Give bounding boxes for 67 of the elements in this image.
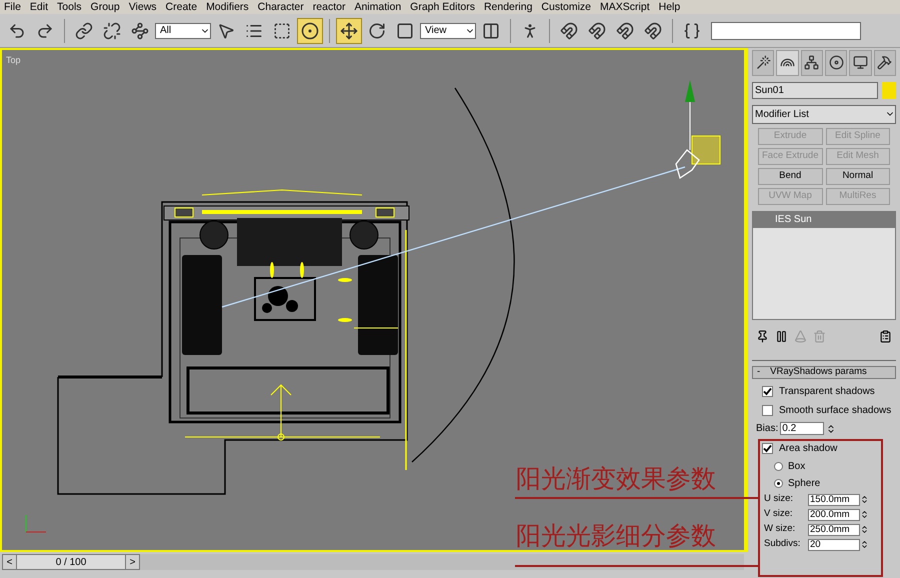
bias-field[interactable]: 0.2	[780, 422, 824, 436]
checkbox-label: Smooth surface shadows	[779, 404, 892, 418]
move-icon[interactable]	[336, 18, 362, 44]
annotation-text: 阳光光影细分参数	[516, 524, 716, 549]
create-wand-icon[interactable]	[752, 50, 774, 76]
size-field[interactable]: 250.0mm	[808, 524, 860, 536]
size-label: Subdivs:	[764, 537, 802, 552]
hierarchy-icon[interactable]	[800, 50, 823, 76]
coordinate-system-dropdown[interactable]: View	[420, 22, 476, 38]
display-monitor-icon[interactable]	[849, 50, 872, 76]
menu-item[interactable]: File	[4, 2, 21, 12]
rollout-title[interactable]: VRayShadows params	[770, 365, 867, 380]
menu-item[interactable]: Customize	[541, 2, 592, 12]
named-selection-field[interactable]	[711, 22, 861, 40]
object-color-swatch[interactable]	[882, 82, 896, 99]
menu-item[interactable]: reactor	[312, 2, 346, 12]
size-field[interactable]: 20	[808, 538, 860, 551]
selection-filter-dropdown[interactable]: All	[155, 22, 211, 38]
menu-item[interactable]: Create	[166, 2, 198, 12]
menu-item[interactable]: Views	[128, 2, 157, 12]
menu-item[interactable]: Tools	[57, 2, 82, 12]
timeline-next-button[interactable]: >	[125, 555, 139, 569]
modifier-list-dropdown[interactable]: Modifier List	[752, 104, 896, 124]
stack-item[interactable]: IES Sun	[753, 212, 895, 228]
menu-item[interactable]: Help	[658, 2, 680, 12]
bias-label: Bias:	[756, 422, 778, 436]
radio-label: Box	[788, 460, 806, 474]
radio-button[interactable]	[774, 479, 783, 488]
spinner-icon[interactable]	[860, 510, 869, 520]
pin-icon[interactable]	[756, 330, 769, 343]
spinner-icon[interactable]	[860, 525, 869, 534]
modifier-button[interactable]: Bend	[758, 168, 822, 185]
checkbox[interactable]	[762, 386, 773, 398]
rollout-collapse-toggle[interactable]: -	[753, 365, 764, 380]
size-field[interactable]: 200.0mm	[808, 508, 860, 521]
object-name-field[interactable]: Sun01	[752, 82, 878, 99]
menu-item[interactable]: Rendering	[484, 2, 532, 12]
checkbox-label: Transparent shadows	[779, 385, 875, 400]
menu-item[interactable]: Graph Editors	[410, 2, 475, 12]
size-label: V size:	[764, 507, 794, 522]
spinner-icon[interactable]	[860, 495, 869, 504]
size-label: U size:	[764, 492, 794, 506]
checkbox-label: Area shadow	[779, 442, 838, 456]
spinner-icon[interactable]	[860, 540, 869, 550]
axis-tripod-icon	[26, 514, 46, 532]
time-slider-track[interactable]: < 0 / 100 >	[2, 554, 744, 570]
modify-curve-icon[interactable]	[776, 50, 799, 76]
radio-label: Sphere	[788, 477, 820, 492]
timeline-prev-button[interactable]: <	[3, 555, 17, 569]
viewport-label: Top	[6, 54, 21, 67]
size-label: W size:	[764, 522, 796, 536]
size-field[interactable]: 150.0mm	[808, 494, 860, 506]
checkbox[interactable]	[762, 405, 773, 416]
spinner-icon[interactable]	[826, 424, 836, 434]
menu-item[interactable]: Edit	[30, 2, 48, 12]
modifier-button[interactable]: Normal	[826, 168, 890, 185]
menu-item[interactable]: Group	[90, 2, 120, 12]
checkbox[interactable]	[762, 443, 773, 454]
menu-item[interactable]: Animation	[354, 2, 402, 12]
utilities-hammer-icon[interactable]	[874, 50, 896, 76]
menu-item[interactable]: Modifiers	[206, 2, 249, 12]
menu-item[interactable]: Character	[258, 2, 304, 12]
menu-item[interactable]: MAXScript	[600, 2, 650, 12]
time-slider-thumb[interactable]: 0 / 100	[17, 555, 125, 569]
modifier-stack-list[interactable]: IES Sun	[752, 210, 896, 320]
radio-button[interactable]	[774, 462, 783, 472]
annotation-text: 阳光渐变效果参数	[516, 467, 716, 492]
